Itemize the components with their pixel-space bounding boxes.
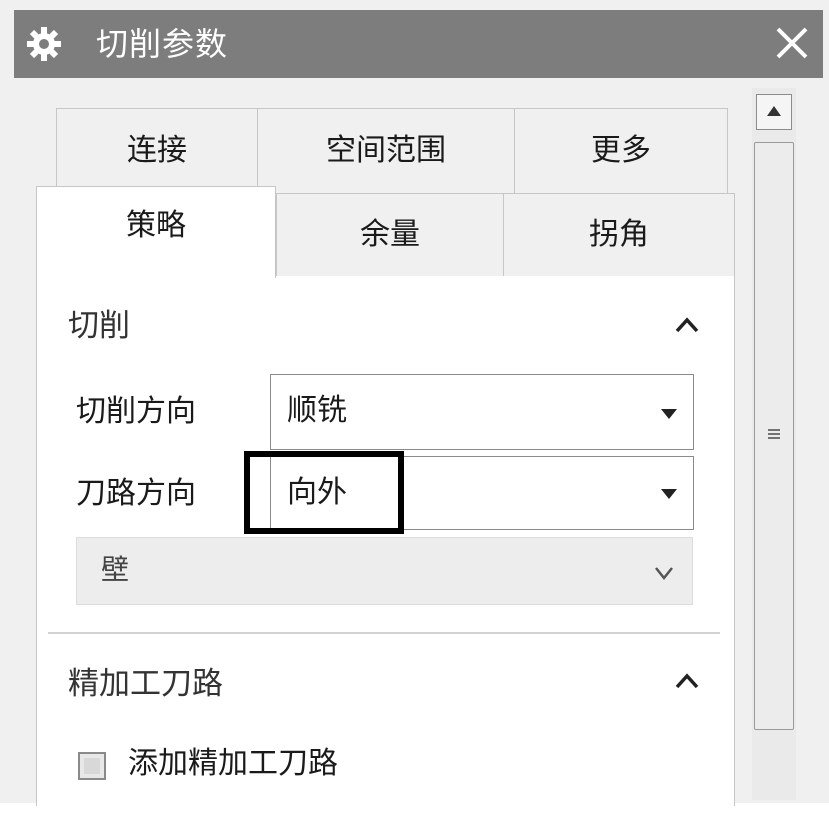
tab-more[interactable]: 更多 <box>514 108 728 194</box>
tab-connect[interactable]: 连接 <box>56 108 258 194</box>
section-title-finish-pass: 精加工刀路 <box>68 666 223 702</box>
tab-label: 更多 <box>591 133 651 168</box>
section-title-cut: 切削 <box>68 308 130 344</box>
select-value: 向外 <box>287 475 347 510</box>
select-value: 顺铣 <box>287 393 347 428</box>
field-label-path-direction: 刀路方向 <box>76 476 196 511</box>
cutting-parameters-dialog: 切削参数 连接 空间范围 更多 余量 拐角 策略 切削 切削方向 顺铣 刀路方向 <box>0 0 829 817</box>
scroll-thumb[interactable] <box>754 142 794 730</box>
tab-label: 余量 <box>360 217 420 252</box>
section-divider <box>48 632 720 634</box>
tab-label: 策略 <box>126 207 186 243</box>
tab-corner[interactable]: 拐角 <box>503 193 735 277</box>
chevron-up-icon[interactable] <box>674 672 700 690</box>
grip-icon <box>768 429 780 439</box>
dropdown-arrow-icon <box>661 409 677 419</box>
tab-strategy[interactable]: 策略 <box>36 186 276 278</box>
close-icon[interactable] <box>769 20 815 66</box>
wall-subsection[interactable]: 壁 <box>76 537 693 605</box>
title-bar: 切削参数 <box>14 10 823 78</box>
tab-label: 连接 <box>127 133 187 168</box>
dialog-title: 切削参数 <box>96 25 229 63</box>
tab-stock[interactable]: 余量 <box>276 193 504 277</box>
chevron-up-icon[interactable] <box>674 316 700 334</box>
add-finish-pass-checkbox[interactable] <box>78 752 106 780</box>
path-direction-select[interactable]: 向外 <box>270 456 694 530</box>
tab-space-range[interactable]: 空间范围 <box>257 108 515 194</box>
gear-icon <box>27 27 61 61</box>
wall-subsection-label: 壁 <box>101 553 130 586</box>
tab-label: 空间范围 <box>326 133 446 168</box>
scroll-up-button[interactable] <box>756 94 792 130</box>
scroll-up-arrow-icon <box>767 106 781 116</box>
tab-label: 拐角 <box>589 217 649 252</box>
add-finish-pass-label: 添加精加工刀路 <box>128 746 338 781</box>
dropdown-arrow-icon <box>661 489 677 499</box>
chevron-down-icon <box>655 567 673 580</box>
field-label-cut-direction: 切削方向 <box>76 394 196 429</box>
cut-direction-select[interactable]: 顺铣 <box>270 374 694 450</box>
